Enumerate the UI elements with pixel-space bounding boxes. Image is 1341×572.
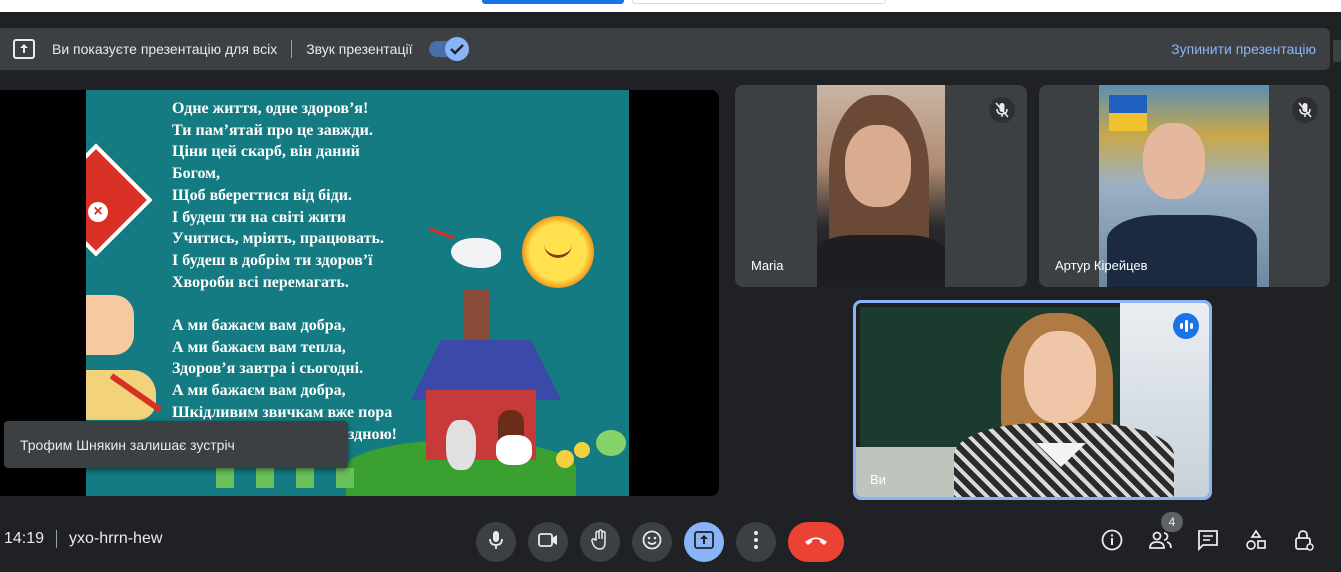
videocam-icon xyxy=(538,532,558,552)
side-panel-handle[interactable] xyxy=(1333,40,1341,62)
top-white-button[interactable] xyxy=(632,0,886,4)
participant-name: Артур Кірейцев xyxy=(1055,258,1148,273)
chick-image xyxy=(574,442,590,458)
flowers-image xyxy=(216,468,356,488)
poem-text: Одне життя, одне здоров’я! Ти пам’ятай п… xyxy=(172,98,397,445)
poem-line: Одне життя, одне здоров’я! xyxy=(172,100,369,117)
presentation-audio-toggle[interactable] xyxy=(428,37,469,61)
flowers-image xyxy=(596,430,626,456)
participant-name: Maria xyxy=(751,258,784,273)
present-now-button[interactable] xyxy=(684,522,724,562)
check-icon xyxy=(444,37,469,61)
poem-line: Хвороби всі перемагать. xyxy=(172,273,349,291)
microphone-button[interactable] xyxy=(476,522,516,562)
more-vert-icon xyxy=(754,530,758,554)
host-controls-button[interactable] xyxy=(1290,528,1318,556)
host-controls-icon xyxy=(1294,529,1314,556)
chick-image xyxy=(556,450,574,468)
participant-tile-artur[interactable]: Артур Кірейцев xyxy=(1039,85,1330,287)
participant-tile-self[interactable]: Ви xyxy=(853,300,1212,500)
poem-line: А ми бажаєм вам тепла, xyxy=(172,338,346,356)
x-mark-image: × xyxy=(88,202,108,222)
poem-gap xyxy=(172,293,397,315)
sun-image xyxy=(522,216,594,288)
present-to-all-icon xyxy=(12,37,36,61)
poem-line: Здоров’я завтра і сьогодні. xyxy=(172,360,364,378)
presentation-audio-label: Звук презентації xyxy=(306,41,413,57)
divider xyxy=(291,40,293,58)
call-end-icon xyxy=(804,533,828,551)
stork-image xyxy=(429,227,501,268)
top-blue-button[interactable] xyxy=(482,0,624,4)
participant-video xyxy=(1099,85,1269,287)
speaking-indicator-icon xyxy=(1173,313,1199,339)
participant-tile-maria[interactable]: Maria xyxy=(735,85,1027,287)
poem-line: Ціни цей скарб, він даний xyxy=(172,143,360,161)
info-icon xyxy=(1101,529,1123,556)
poem-line: Щоб вберегтися від біди. xyxy=(172,186,352,204)
camera-button[interactable] xyxy=(528,522,568,562)
poem-line: А ми бажаєм вам добра, xyxy=(172,382,346,400)
people-button[interactable] xyxy=(1146,528,1174,556)
emoji-icon xyxy=(642,530,662,555)
warning-sign-image xyxy=(86,143,153,257)
chat-button[interactable] xyxy=(1194,528,1222,556)
bunny-image xyxy=(446,420,476,470)
activities-icon xyxy=(1245,528,1267,556)
poem-line: Богом, xyxy=(172,165,221,183)
mic-off-icon xyxy=(1292,97,1318,123)
raise-hand-button[interactable] xyxy=(580,522,620,562)
poem-line: Ти пам’ятай про це завжди. xyxy=(172,121,373,139)
present-to-all-icon xyxy=(694,530,714,554)
poem-line: Учитись, мріять, працювать. xyxy=(172,230,384,248)
mic-icon xyxy=(488,530,504,555)
poem-line: І будеш ти на світі жити xyxy=(172,208,346,226)
bottom-toolbar: 14:19 yxo-hrrn-hew 4 xyxy=(0,512,1341,572)
divider xyxy=(56,530,58,548)
mic-off-icon xyxy=(989,97,1015,123)
poem-line: І будеш в добрім ти здоров’ї xyxy=(172,251,373,269)
presentation-bar: Ви показуєте презентацію для всіх Звук п… xyxy=(0,28,1330,70)
raise-hand-icon xyxy=(591,528,609,556)
leave-call-button[interactable] xyxy=(788,522,844,562)
presenting-status: Ви показуєте презентацію для всіх xyxy=(52,41,278,57)
participant-video xyxy=(817,85,945,287)
meeting-info: 14:19 yxo-hrrn-hew xyxy=(4,530,162,548)
reactions-button[interactable] xyxy=(632,522,672,562)
chat-icon xyxy=(1197,529,1219,556)
meeting-code[interactable]: yxo-hrrn-hew xyxy=(69,530,162,548)
meeting-details-button[interactable] xyxy=(1098,528,1126,556)
participant-left-toast: Трофим Шнякин залишає зустріч xyxy=(4,421,348,468)
hand-image xyxy=(86,295,134,355)
stop-presenting-button[interactable]: Зупинити презентацію xyxy=(1171,41,1316,57)
activities-button[interactable] xyxy=(1242,528,1270,556)
meeting-time: 14:19 xyxy=(4,530,45,547)
poem-line: А ми бажаєм вам добра, xyxy=(172,317,346,335)
lamb-image xyxy=(496,435,532,465)
people-icon xyxy=(1148,531,1172,554)
toast-text: Трофим Шнякин залишає зустріч xyxy=(20,436,235,453)
more-options-button[interactable] xyxy=(736,522,776,562)
browser-strip xyxy=(0,0,1341,12)
participant-name: Ви xyxy=(870,472,886,487)
